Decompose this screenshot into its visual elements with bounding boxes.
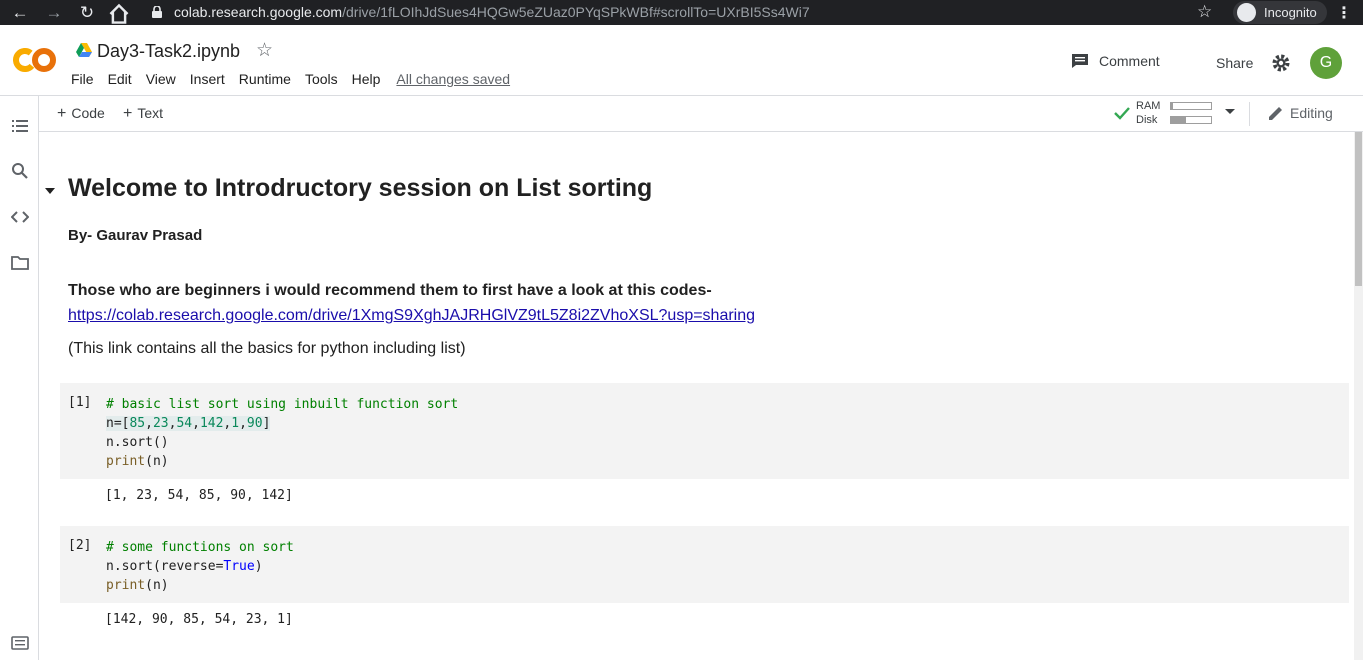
section-collapse-caret-icon[interactable] xyxy=(45,188,55,194)
code-editor[interactable]: # basic list sort using inbuilt function… xyxy=(106,395,458,471)
incognito-label: Incognito xyxy=(1264,5,1317,20)
notebook-title[interactable]: Day3-Task2.ipynb xyxy=(97,41,240,62)
lock-icon xyxy=(152,6,162,18)
table-of-contents-icon[interactable] xyxy=(11,117,29,135)
connected-check-icon xyxy=(1114,107,1130,120)
home-icon[interactable] xyxy=(108,3,130,25)
link-note: (This link contains all the basics for p… xyxy=(68,340,466,357)
menu-insert[interactable]: Insert xyxy=(190,71,225,87)
add-text-label: Text xyxy=(137,105,164,121)
toolbar-divider xyxy=(1249,102,1250,126)
incognito-badge[interactable]: Incognito xyxy=(1233,1,1327,24)
add-text-cell-button[interactable]: + Text xyxy=(123,105,163,123)
ram-bar xyxy=(1170,102,1212,110)
intro-text: Those who are beginners i would recommen… xyxy=(68,282,712,299)
comment-button[interactable]: Comment xyxy=(1071,53,1160,69)
menu-file[interactable]: File xyxy=(71,71,94,87)
menu-tools[interactable]: Tools xyxy=(305,71,338,87)
colab-header: Day3-Task2.ipynb ☆ File Edit View Insert… xyxy=(0,25,1363,96)
save-status[interactable]: All changes saved xyxy=(396,71,510,87)
menu-edit[interactable]: Edit xyxy=(108,71,132,87)
cell-output-1: [1, 23, 54, 85, 90, 142] xyxy=(105,488,293,503)
editing-mode-button[interactable]: Editing xyxy=(1268,105,1333,121)
disk-label: Disk xyxy=(1136,114,1158,126)
bookmark-star-icon[interactable]: ☆ xyxy=(1197,2,1212,22)
reload-icon[interactable]: ↻ xyxy=(76,2,98,24)
comment-icon xyxy=(1072,54,1088,68)
section-heading: Welcome to Introdructory session on List… xyxy=(68,174,653,202)
forward-arrow-icon[interactable]: → xyxy=(43,2,65,24)
plus-icon: + xyxy=(57,105,67,122)
cell-output-2: [142, 90, 85, 54, 23, 1] xyxy=(105,612,293,627)
browser-menu-icon[interactable]: ⋮ xyxy=(1336,3,1352,23)
address-bar[interactable]: colab.research.google.com/drive/1fLOIhJd… xyxy=(174,4,810,20)
files-folder-icon[interactable] xyxy=(11,254,29,272)
colab-logo[interactable] xyxy=(13,47,57,73)
pencil-icon xyxy=(1269,107,1282,120)
ram-bar-fill xyxy=(1171,103,1173,109)
code-cell-2[interactable]: [2] # some functions on sort n.sort(reve… xyxy=(60,526,1349,603)
code-editor[interactable]: # some functions on sort n.sort(reverse=… xyxy=(106,538,294,595)
chevron-down-icon[interactable] xyxy=(1225,109,1235,114)
back-arrow-icon[interactable]: ← xyxy=(9,2,31,24)
share-button[interactable]: Share xyxy=(1216,55,1253,71)
settings-gear-icon[interactable] xyxy=(1271,53,1291,73)
notebook-scrollbar[interactable] xyxy=(1354,132,1363,660)
url-path: /drive/1fLOIhJdSues4HQGw5eZUaz0PYqSPkWBf… xyxy=(342,4,810,20)
star-icon[interactable]: ☆ xyxy=(256,39,273,62)
scrollbar-thumb[interactable] xyxy=(1355,132,1362,286)
disk-bar xyxy=(1170,116,1212,124)
command-palette-icon[interactable] xyxy=(11,634,29,652)
google-drive-icon[interactable] xyxy=(76,43,92,57)
avatar[interactable]: G xyxy=(1310,47,1342,79)
disk-bar-fill xyxy=(1171,117,1187,123)
left-sidebar xyxy=(0,96,39,660)
ram-label: RAM xyxy=(1136,100,1161,112)
editing-label: Editing xyxy=(1290,105,1333,121)
plus-icon: + xyxy=(123,105,133,122)
execution-count[interactable]: [2] xyxy=(68,538,91,553)
notebook-content: Welcome to Introdructory session on List… xyxy=(39,132,1351,660)
add-code-cell-button[interactable]: + Code xyxy=(57,105,105,123)
search-icon[interactable] xyxy=(11,162,29,180)
menu-help[interactable]: Help xyxy=(352,71,381,87)
incognito-icon xyxy=(1237,3,1256,22)
basics-notebook-link[interactable]: https://colab.research.google.com/drive/… xyxy=(68,307,755,325)
resource-monitor[interactable]: RAM Disk xyxy=(1114,100,1244,128)
url-host: colab.research.google.com xyxy=(174,4,343,20)
execution-count[interactable]: [1] xyxy=(68,395,91,410)
menu-view[interactable]: View xyxy=(146,71,176,87)
author-byline: By- Gaurav Prasad xyxy=(68,227,203,244)
menu-bar: File Edit View Insert Runtime Tools Help… xyxy=(71,71,524,87)
menu-runtime[interactable]: Runtime xyxy=(239,71,291,87)
code-snippets-icon[interactable] xyxy=(11,208,29,226)
notebook-toolbar: + Code + Text RAM Disk Editing xyxy=(39,96,1363,132)
browser-toolbar: ← → ↻ colab.research.google.com/drive/1f… xyxy=(0,0,1363,25)
add-code-label: Code xyxy=(71,105,105,121)
comment-label: Comment xyxy=(1099,53,1160,69)
code-cell-1[interactable]: [1] # basic list sort using inbuilt func… xyxy=(60,383,1349,479)
